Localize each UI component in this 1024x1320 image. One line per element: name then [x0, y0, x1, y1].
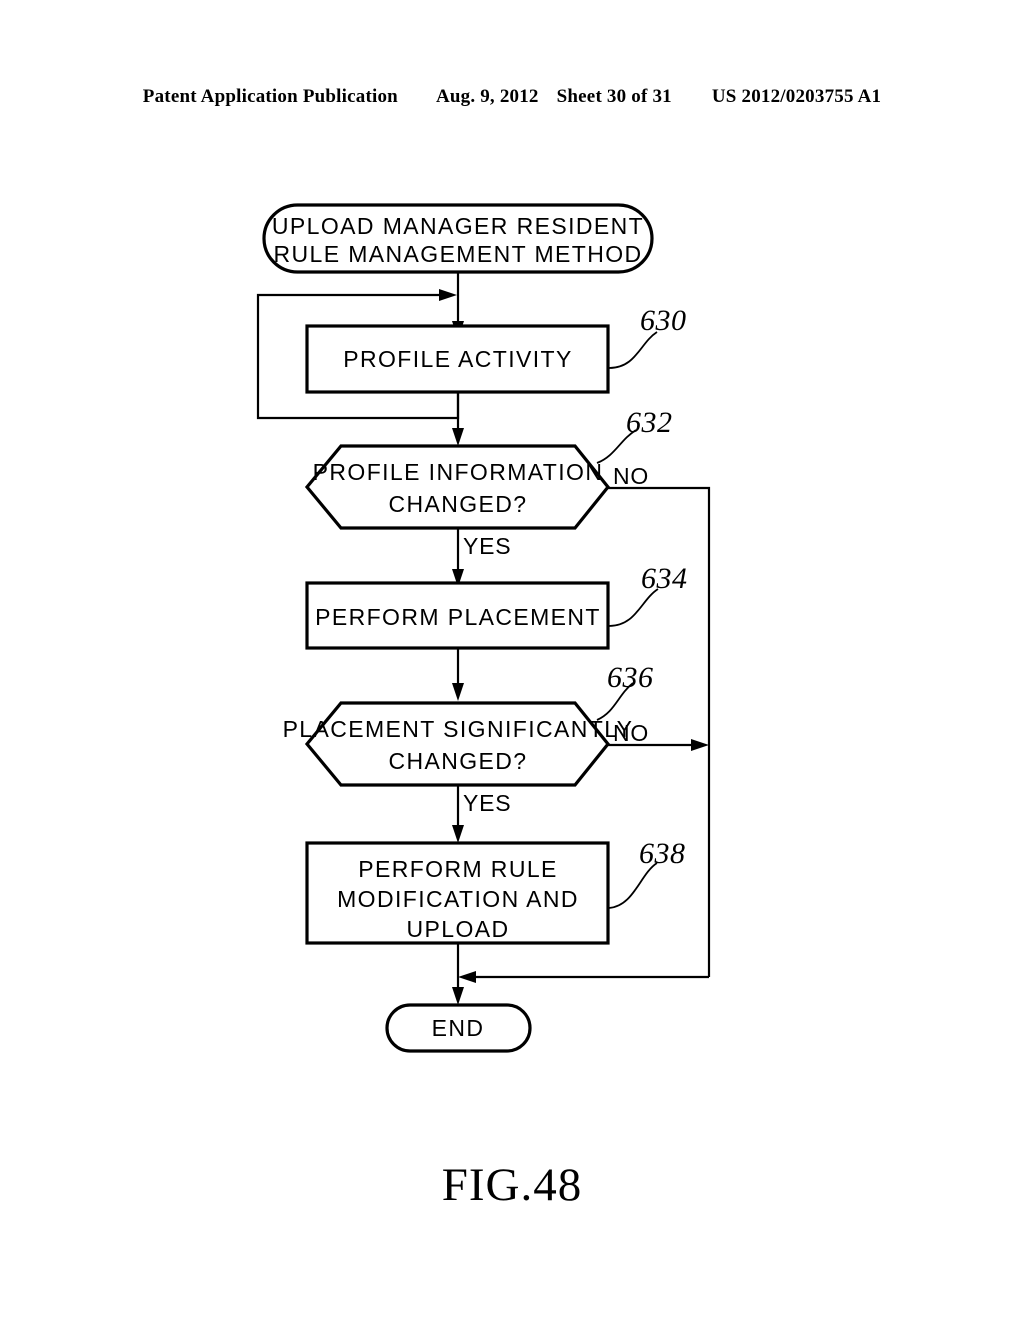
arrowhead-into-end	[452, 987, 464, 1005]
reference-numeral-636: 636	[607, 661, 654, 694]
arrowhead-bypass-return	[458, 971, 476, 983]
process-box-638-line2: MODIFICATION AND	[337, 886, 579, 912]
process-box-634-label: PERFORM PLACEMENT	[315, 604, 601, 630]
arrowhead-into-638	[452, 825, 464, 843]
arrowhead-into-636	[452, 683, 464, 701]
process-box-638-line1: PERFORM RULE	[358, 856, 558, 882]
leader-line-630	[608, 331, 658, 369]
arrowhead-feedback-loop	[439, 289, 457, 301]
reference-numeral-632: 632	[626, 406, 673, 439]
reference-numeral-638: 638	[639, 837, 686, 870]
process-box-638-line3: UPLOAD	[407, 916, 510, 942]
reference-numeral-630: 630	[640, 304, 687, 337]
decision-632-line1: PROFILE INFORMATION	[313, 459, 604, 485]
figure-caption: FIG.48	[441, 1159, 583, 1211]
end-terminator-label: END	[432, 1015, 485, 1041]
start-terminator-line2: RULE MANAGEMENT METHOD	[273, 241, 642, 267]
decision-636-line2: CHANGED?	[388, 748, 527, 774]
branch-label-636-no: NO	[613, 720, 649, 746]
decision-632-line2: CHANGED?	[388, 491, 527, 517]
branch-label-632-yes: YES	[463, 533, 511, 559]
patent-figure-page: Patent Application Publication Aug. 9, 2…	[0, 0, 1024, 1320]
process-box-630-label: PROFILE ACTIVITY	[343, 346, 572, 372]
arrowhead-636-no-bypass	[691, 739, 709, 751]
decision-636-line1: PLACEMENT SIGNIFICANTLY	[283, 716, 634, 742]
start-terminator-line1: UPLOAD MANAGER RESIDENT	[272, 213, 644, 239]
branch-label-632-no: NO	[613, 463, 649, 489]
branch-label-636-yes: YES	[463, 790, 511, 816]
arrowhead-into-632	[452, 428, 464, 446]
flowchart-diagram: UPLOAD MANAGER RESIDENT RULE MANAGEMENT …	[256, 203, 711, 1053]
reference-numeral-634: 634	[641, 562, 688, 595]
